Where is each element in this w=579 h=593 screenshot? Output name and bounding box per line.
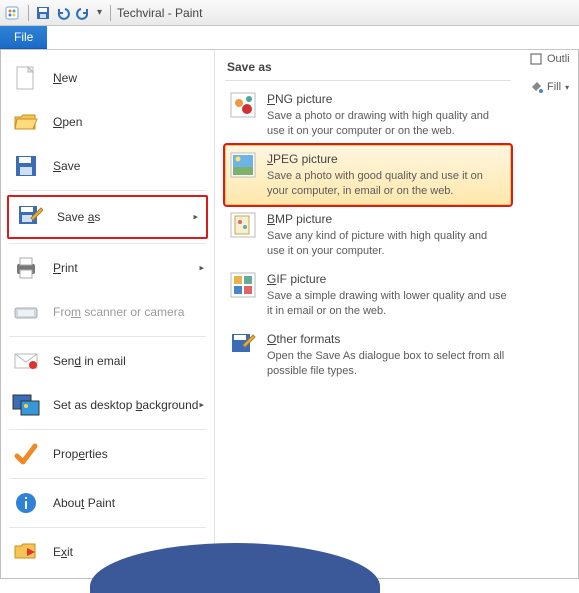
menu-send-email[interactable]: Send in email bbox=[3, 339, 212, 383]
option-png[interactable]: PNG picture Save a photo or drawing with… bbox=[225, 85, 511, 145]
separator bbox=[110, 5, 111, 21]
redo-icon[interactable] bbox=[75, 5, 91, 21]
png-format-icon bbox=[229, 91, 257, 119]
window-title: Techviral - Paint bbox=[117, 6, 202, 20]
customize-qat-icon[interactable]: ▾ bbox=[95, 7, 104, 18]
file-tab-label: File bbox=[14, 30, 33, 44]
submenu-arrow-icon: ▸ bbox=[193, 212, 198, 223]
menu-set-desktop-background[interactable]: Set as desktop background ▸ bbox=[3, 383, 212, 427]
save-as-panel: Save as PNG picture Save a photo or draw… bbox=[215, 50, 517, 578]
fill-bucket-icon bbox=[529, 80, 543, 94]
menu-new[interactable]: New bbox=[3, 56, 212, 100]
menu-save-as[interactable]: Save as ▸ bbox=[7, 195, 208, 239]
info-icon bbox=[11, 489, 41, 517]
menu-about-paint[interactable]: About Paint bbox=[3, 481, 212, 525]
email-icon bbox=[11, 347, 41, 375]
option-text: BMP picture Save any kind of picture wit… bbox=[267, 211, 507, 259]
option-text: GIF picture Save a simple drawing with l… bbox=[267, 271, 507, 319]
gif-format-icon bbox=[229, 271, 257, 299]
outline-label: Outli bbox=[547, 53, 570, 65]
menu-properties[interactable]: Properties bbox=[3, 432, 212, 476]
properties-checkmark-icon bbox=[11, 440, 41, 468]
option-gif[interactable]: GIF picture Save a simple drawing with l… bbox=[225, 265, 511, 325]
scanner-icon bbox=[11, 298, 41, 326]
file-tab[interactable]: File bbox=[0, 26, 47, 49]
option-text: Other formats Open the Save As dialogue … bbox=[267, 331, 507, 379]
option-text: JPEG picture Save a photo with good qual… bbox=[267, 151, 507, 199]
menu-label: Open bbox=[53, 115, 82, 129]
menu-label: Save as bbox=[57, 210, 100, 224]
open-folder-icon bbox=[11, 108, 41, 136]
outline-icon bbox=[529, 52, 543, 66]
option-bmp[interactable]: BMP picture Save any kind of picture wit… bbox=[225, 205, 511, 265]
save-as-icon bbox=[15, 203, 45, 231]
option-text: PNG picture Save a photo or drawing with… bbox=[267, 91, 507, 139]
fill-dropdown[interactable]: Fill ▾ bbox=[527, 78, 579, 96]
menu-print[interactable]: Print ▸ bbox=[3, 246, 212, 290]
paint-app-icon bbox=[4, 4, 22, 22]
menu-label: Save bbox=[53, 159, 80, 173]
option-other-formats[interactable]: Other formats Open the Save As dialogue … bbox=[225, 325, 511, 385]
option-jpeg[interactable]: JPEG picture Save a photo with good qual… bbox=[225, 145, 511, 205]
jpeg-format-icon bbox=[229, 151, 257, 179]
file-menu: New Open Save Save as ▸ bbox=[1, 50, 215, 578]
submenu-arrow-icon: ▸ bbox=[199, 400, 204, 411]
floppy-save-icon bbox=[11, 152, 41, 180]
menu-label: About Paint bbox=[53, 496, 115, 510]
menu-label: Exit bbox=[53, 545, 73, 559]
outline-dropdown[interactable]: Outli bbox=[527, 50, 579, 68]
menu-label: From scanner or camera bbox=[53, 305, 184, 319]
separator bbox=[28, 5, 29, 21]
file-backstage: New Open Save Save as ▸ bbox=[0, 50, 579, 579]
menu-label: Properties bbox=[53, 447, 108, 461]
desktop-background-icon bbox=[11, 391, 41, 419]
new-file-icon bbox=[11, 64, 41, 92]
printer-icon bbox=[11, 254, 41, 282]
ribbon-tabs: File bbox=[0, 26, 579, 50]
menu-open[interactable]: Open bbox=[3, 100, 212, 144]
menu-label: Send in email bbox=[53, 354, 126, 368]
exit-icon bbox=[11, 538, 41, 566]
bmp-format-icon bbox=[229, 211, 257, 239]
ribbon-right-strip: Outli Fill ▾ bbox=[527, 50, 579, 96]
quick-access-toolbar: ▾ Techviral - Paint bbox=[0, 0, 579, 26]
save-icon[interactable] bbox=[35, 5, 51, 21]
menu-from-scanner: From scanner or camera bbox=[3, 290, 212, 334]
menu-label: Set as desktop background bbox=[53, 398, 198, 412]
fill-label: Fill bbox=[547, 81, 561, 93]
menu-save[interactable]: Save bbox=[3, 144, 212, 188]
undo-icon[interactable] bbox=[55, 5, 71, 21]
panel-title: Save as bbox=[225, 56, 511, 81]
other-formats-icon bbox=[229, 331, 257, 359]
submenu-arrow-icon: ▸ bbox=[199, 263, 204, 274]
menu-label: Print bbox=[53, 261, 78, 275]
menu-label: New bbox=[53, 71, 77, 85]
